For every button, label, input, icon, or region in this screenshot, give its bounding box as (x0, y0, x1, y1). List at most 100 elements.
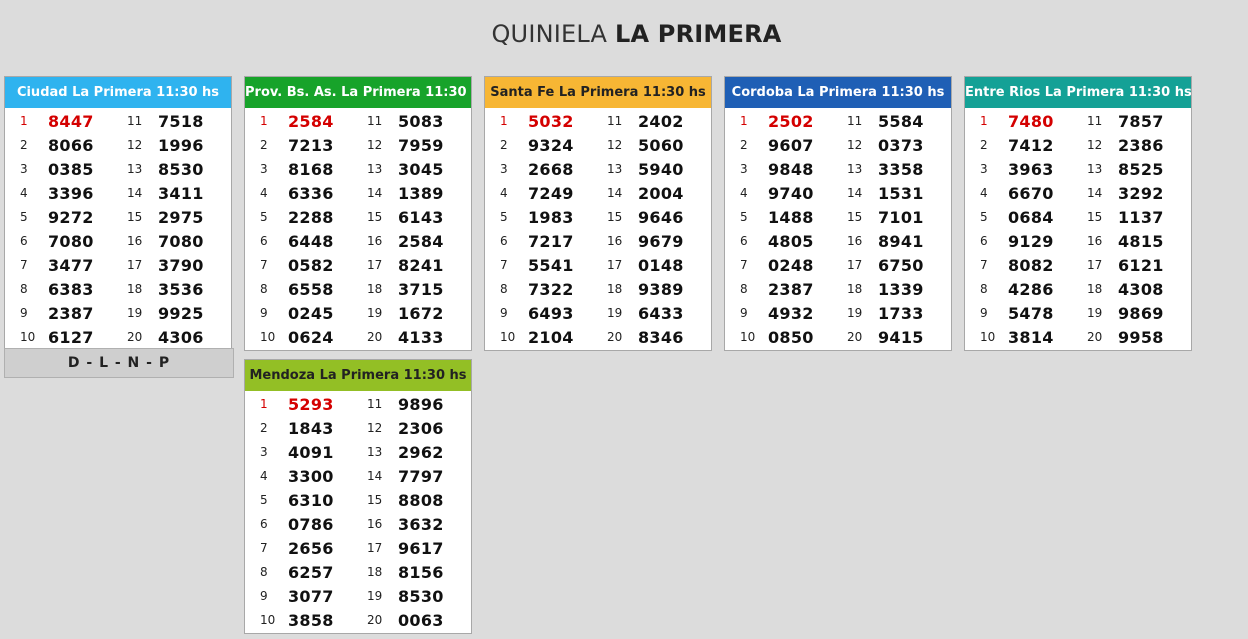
position-label: 14 (127, 186, 143, 200)
result-row: 2 7412 12 2386 (965, 133, 1191, 157)
result-number: 8156 (398, 562, 444, 582)
result-number: 8082 (1008, 255, 1054, 275)
result-number: 7080 (158, 231, 204, 251)
result-number: 7322 (528, 279, 574, 299)
position-label: 6 (260, 234, 268, 248)
result-row: 7 5541 17 0148 (485, 253, 711, 277)
result-number: 7249 (528, 183, 574, 203)
result-row: 3 9848 13 3358 (725, 157, 951, 181)
position-label: 19 (1087, 306, 1103, 320)
position-label: 7 (980, 258, 988, 272)
position-label: 3 (500, 162, 508, 176)
position-label: 19 (367, 306, 383, 320)
result-number: 0063 (398, 610, 444, 630)
position-label: 4 (500, 186, 508, 200)
position-label: 18 (607, 282, 623, 296)
position-label: 6 (740, 234, 748, 248)
position-label: 13 (847, 162, 863, 176)
position-label: 2 (20, 138, 28, 152)
position-label: 13 (367, 445, 383, 459)
result-row: 8 2387 18 1339 (725, 277, 951, 301)
position-label: 8 (980, 282, 988, 296)
result-number: 0582 (288, 255, 334, 275)
result-number: 2584 (288, 111, 334, 131)
result-row: 1 5293 11 9896 (245, 392, 471, 416)
position-label: 2 (500, 138, 508, 152)
position-label: 16 (127, 234, 143, 248)
position-label: 7 (500, 258, 508, 272)
position-label: 5 (260, 493, 268, 507)
result-number: 1389 (398, 183, 444, 203)
position-label: 17 (367, 541, 383, 555)
position-label: 8 (260, 565, 268, 579)
result-row: 1 2502 11 5584 (725, 109, 951, 133)
result-number: 8168 (288, 159, 334, 179)
position-label: 12 (607, 138, 623, 152)
position-label: 2 (260, 138, 268, 152)
position-label: 14 (607, 186, 623, 200)
result-number: 9389 (638, 279, 684, 299)
result-number: 7217 (528, 231, 574, 251)
result-number: 7080 (48, 231, 94, 251)
result-row: 5 2288 15 6143 (245, 205, 471, 229)
position-label: 5 (500, 210, 508, 224)
result-number: 6433 (638, 303, 684, 323)
position-label: 15 (607, 210, 623, 224)
result-row: 9 5478 19 9869 (965, 301, 1191, 325)
result-number: 3858 (288, 610, 334, 630)
position-label: 19 (847, 306, 863, 320)
result-number: 9848 (768, 159, 814, 179)
result-number: 8808 (398, 490, 444, 510)
result-number: 2104 (528, 327, 574, 347)
position-label: 11 (367, 114, 383, 128)
results-card-entre-rios: Entre Rios La Primera 11:30 hs 1 7480 11 785… (964, 76, 1192, 351)
card-header: Entre Rios La Primera 11:30 hs (965, 77, 1191, 108)
position-label: 20 (1087, 330, 1103, 344)
position-label: 1 (20, 114, 28, 128)
result-number: 5940 (638, 159, 684, 179)
result-row: 2 8066 12 1996 (5, 133, 231, 157)
position-label: 16 (367, 517, 383, 531)
result-row: 6 0786 16 3632 (245, 512, 471, 536)
position-label: 1 (500, 114, 508, 128)
result-number: 9129 (1008, 231, 1054, 251)
result-number: 3045 (398, 159, 444, 179)
result-row: 9 0245 19 1672 (245, 301, 471, 325)
result-number: 3300 (288, 466, 334, 486)
position-label: 4 (260, 186, 268, 200)
result-number: 5293 (288, 394, 334, 414)
result-number: 9679 (638, 231, 684, 251)
result-number: 1137 (1118, 207, 1164, 227)
result-number: 9607 (768, 135, 814, 155)
position-label: 13 (1087, 162, 1103, 176)
result-number: 9958 (1118, 327, 1164, 347)
result-row: 5 6310 15 8808 (245, 488, 471, 512)
position-label: 16 (607, 234, 623, 248)
result-row: 6 4805 16 8941 (725, 229, 951, 253)
position-label: 7 (20, 258, 28, 272)
position-label: 3 (20, 162, 28, 176)
result-row: 10 2104 20 8346 (485, 325, 711, 349)
card-header: Santa Fe La Primera 11:30 hs (485, 77, 711, 108)
results-card-provincia: Prov. Bs. As. La Primera 11:30 hs 1 2584 11… (244, 76, 472, 351)
result-number: 1996 (158, 135, 204, 155)
position-label: 16 (1087, 234, 1103, 248)
result-number: 0148 (638, 255, 684, 275)
position-label: 15 (367, 493, 383, 507)
position-label: 17 (607, 258, 623, 272)
result-number: 6257 (288, 562, 334, 582)
card-header: Mendoza La Primera 11:30 hs (245, 360, 471, 391)
position-label: 17 (127, 258, 143, 272)
result-row: 4 3300 14 7797 (245, 464, 471, 488)
result-number: 1339 (878, 279, 924, 299)
result-row: 2 7213 12 7959 (245, 133, 471, 157)
position-label: 18 (127, 282, 143, 296)
position-label: 7 (260, 258, 268, 272)
result-row: 8 6558 18 3715 (245, 277, 471, 301)
result-row: 10 3814 20 9958 (965, 325, 1191, 349)
result-number: 0385 (48, 159, 94, 179)
result-number: 4091 (288, 442, 334, 462)
result-number: 4805 (768, 231, 814, 251)
result-row: 8 4286 18 4308 (965, 277, 1191, 301)
result-number: 2386 (1118, 135, 1164, 155)
